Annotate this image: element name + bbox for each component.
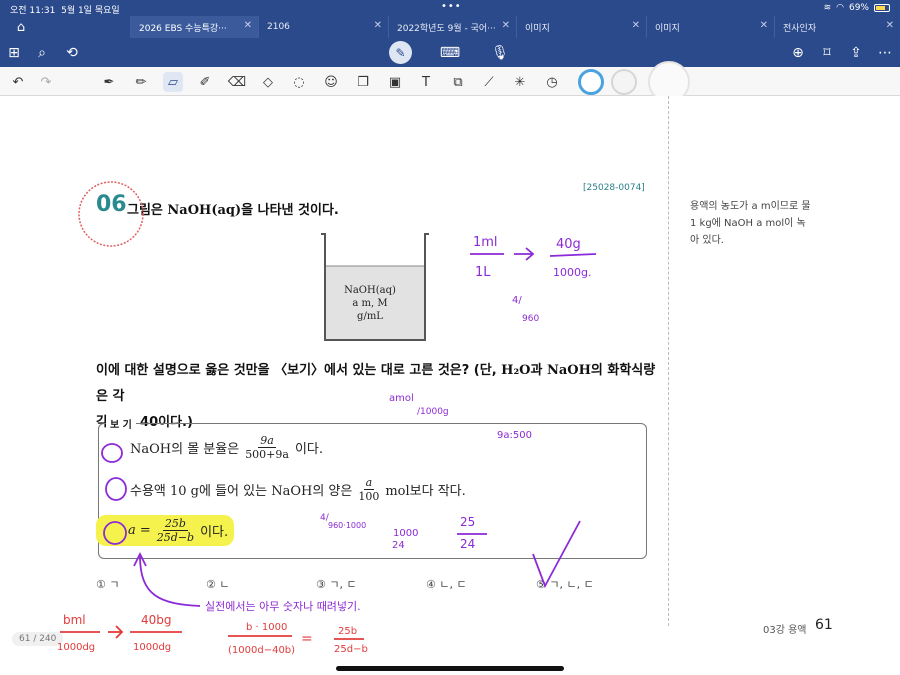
- more-icon[interactable]: ⋯: [875, 43, 895, 63]
- shape-icon[interactable]: ◇: [258, 72, 278, 92]
- color-swatch-blue[interactable]: [578, 69, 604, 95]
- question-code: [25028-0074]: [583, 183, 645, 193]
- choice-4[interactable]: ④ ㄴ, ㄷ: [426, 576, 467, 592]
- multitask-dots[interactable]: •••: [441, 1, 462, 12]
- chapter-label: 03강 용액: [763, 625, 807, 636]
- status-bar: 오전 11:31 5월 1일 목요일 ••• ≋ ◠ 69%: [0, 0, 900, 16]
- question-number: 06: [96, 192, 127, 217]
- ink-red-text: bml 1000dg 40bg 1000dg b · 1000 (1000d−4…: [57, 613, 368, 656]
- headphones-icon: ◠: [836, 3, 844, 13]
- choice-2[interactable]: ② ㄴ: [206, 576, 229, 592]
- bogi-item-1: NaOH의 몰 분율은 9a 500+9a 이다.: [130, 434, 324, 461]
- tab-ebs[interactable]: 2026 EBS 수능특강··· ✕: [130, 16, 258, 38]
- ink-note-2-num: 40g: [556, 237, 581, 252]
- wifi-icon: ≋: [823, 3, 832, 13]
- ink-note-3: 4/: [512, 295, 522, 306]
- choice-1[interactable]: ① ㄱ: [96, 576, 119, 592]
- ink-note-14-den: 25d−b: [334, 644, 368, 655]
- ink-note-11-num: 40bg: [141, 613, 172, 627]
- microphone-icon[interactable]: 🎙: [490, 43, 510, 63]
- home-indicator[interactable]: [336, 666, 564, 671]
- close-icon[interactable]: ✕: [374, 20, 382, 31]
- choice-5[interactable]: ⑤ ㄱ, ㄴ, ㄷ: [536, 576, 594, 592]
- ink-note-12-num: b · 1000: [246, 622, 287, 633]
- choice-3[interactable]: ③ ㄱ, ㄷ: [316, 576, 357, 592]
- ink-note-10-den: 1000dg: [57, 642, 95, 653]
- close-icon[interactable]: ✕: [632, 20, 640, 31]
- ink-note-2-den: 1000g.: [553, 266, 591, 279]
- scan-icon[interactable]: ⧉: [448, 72, 468, 92]
- tab-transcription[interactable]: 전사인자 ✕: [774, 16, 900, 38]
- ink-red-strokes: [60, 625, 364, 640]
- bogi-item-3: a = 25b 25d−b 이다.: [96, 515, 235, 546]
- battery-icon: [874, 4, 890, 12]
- status-right: ≋ ◠ 69%: [824, 3, 890, 13]
- clock-icon[interactable]: ◷: [542, 72, 562, 92]
- beaker-label: NaOH(aq) a m, M g/mL: [344, 285, 396, 322]
- ink-note-1-num: 1ml: [473, 235, 498, 250]
- page-number: 61: [815, 617, 833, 633]
- bogi-label: 보 기: [106, 416, 136, 431]
- image-icon[interactable]: ▣: [385, 72, 405, 92]
- tab-image-1[interactable]: 이미지 ✕: [516, 16, 646, 38]
- lasso-icon[interactable]: ◌: [289, 72, 309, 92]
- bookmark-icon[interactable]: ⌑: [817, 43, 837, 63]
- highlighter-icon[interactable]: ▱: [163, 72, 183, 92]
- app-root: { "status": { "time": "오전 11:31", "date"…: [0, 0, 900, 675]
- close-icon[interactable]: ✕: [502, 20, 510, 31]
- ink-note-10-num: bml: [63, 613, 86, 627]
- sidebar-explanation: 용액의 농도가 a m이므로 물 1 kg에 NaOH a mol이 녹 아 있…: [690, 201, 811, 246]
- tab-2022[interactable]: 2022학년도 9월 - 국어··· ✕: [388, 16, 516, 38]
- close-icon[interactable]: ✕: [886, 20, 894, 31]
- search-icon[interactable]: ⌕: [32, 43, 52, 63]
- color-swatch-light[interactable]: [611, 69, 637, 95]
- grid-icon[interactable]: ⊞: [4, 43, 24, 63]
- ink-note-13: =: [301, 631, 313, 647]
- tab-image-2[interactable]: 이미지 ✕: [646, 16, 774, 38]
- ink-note-3b: 960: [522, 314, 539, 324]
- tab-2106[interactable]: 2106 ✕: [258, 16, 388, 38]
- copy-icon[interactable]: ❐: [353, 72, 373, 92]
- keyboard-icon[interactable]: ⌨: [440, 43, 460, 63]
- ink-note-12-den: (1000d−40b): [228, 645, 295, 656]
- page-indicator: 61 / 240: [12, 632, 64, 646]
- close-icon[interactable]: ✕: [760, 20, 768, 31]
- status-time: 오전 11:31 5월 1일 목요일: [10, 6, 120, 16]
- column-divider: [668, 96, 669, 626]
- ink-note-1-den: 1L: [475, 265, 491, 280]
- undo-icon[interactable]: ↶: [8, 72, 28, 92]
- add-page-icon[interactable]: ⊕: [788, 43, 808, 63]
- close-icon[interactable]: ✕: [244, 20, 252, 31]
- question-title: 그림은 NaOH(aq)을 나타낸 것이다.: [127, 203, 339, 218]
- battery-percent: 69%: [848, 3, 869, 13]
- text-icon[interactable]: T: [416, 72, 436, 92]
- home-icon[interactable]: ⌂: [0, 16, 42, 38]
- ink-note-11-den: 1000dg: [133, 642, 171, 653]
- drawing-toolbar: ↶ ↷ ✒ ✏ ▱ ✐ ⌫ ◇ ◌ ☺ ❐ ▣ T ⧉ ⟋ ✳ ◷: [0, 61, 900, 103]
- eraser-icon[interactable]: ⌫: [227, 72, 247, 92]
- export-icon[interactable]: ⇪: [846, 43, 866, 63]
- pen-icon[interactable]: ✒: [99, 72, 119, 92]
- ruler-icon[interactable]: ⟋: [479, 72, 499, 92]
- pencil-icon[interactable]: ✏: [131, 72, 151, 92]
- pen-mode-icon[interactable]: ✎: [389, 41, 412, 64]
- document-page[interactable]: [25028-0074] 06 그림은 NaOH(aq)을 나타낸 것이다. N…: [0, 96, 900, 675]
- redo-icon[interactable]: ↷: [36, 72, 56, 92]
- marker-icon[interactable]: ✐: [195, 72, 215, 92]
- ink-note-14-num: 25b: [338, 626, 357, 637]
- tab-bar: ⌂ 2026 EBS 수능특강··· ✕ 2106 ✕ 2022학년도 9월 -…: [0, 16, 900, 38]
- share-back-icon[interactable]: ⟲: [62, 43, 82, 63]
- main-toolbar: ⊞ ⌕ ⟲ ✎ ⌨ 🎙 ⊕ ⌑ ⇪ ⋯: [0, 38, 900, 67]
- sticker-icon[interactable]: ☺: [321, 72, 341, 92]
- laser-pointer-icon[interactable]: ✳: [510, 72, 530, 92]
- bogi-item-2: 수용액 10 g에 들어 있는 NaOH의 양은 a 100 mol보다 작다.: [130, 476, 466, 503]
- ink-note-9: 실전에서는 아무 숫자나 때려넣기.: [205, 600, 361, 613]
